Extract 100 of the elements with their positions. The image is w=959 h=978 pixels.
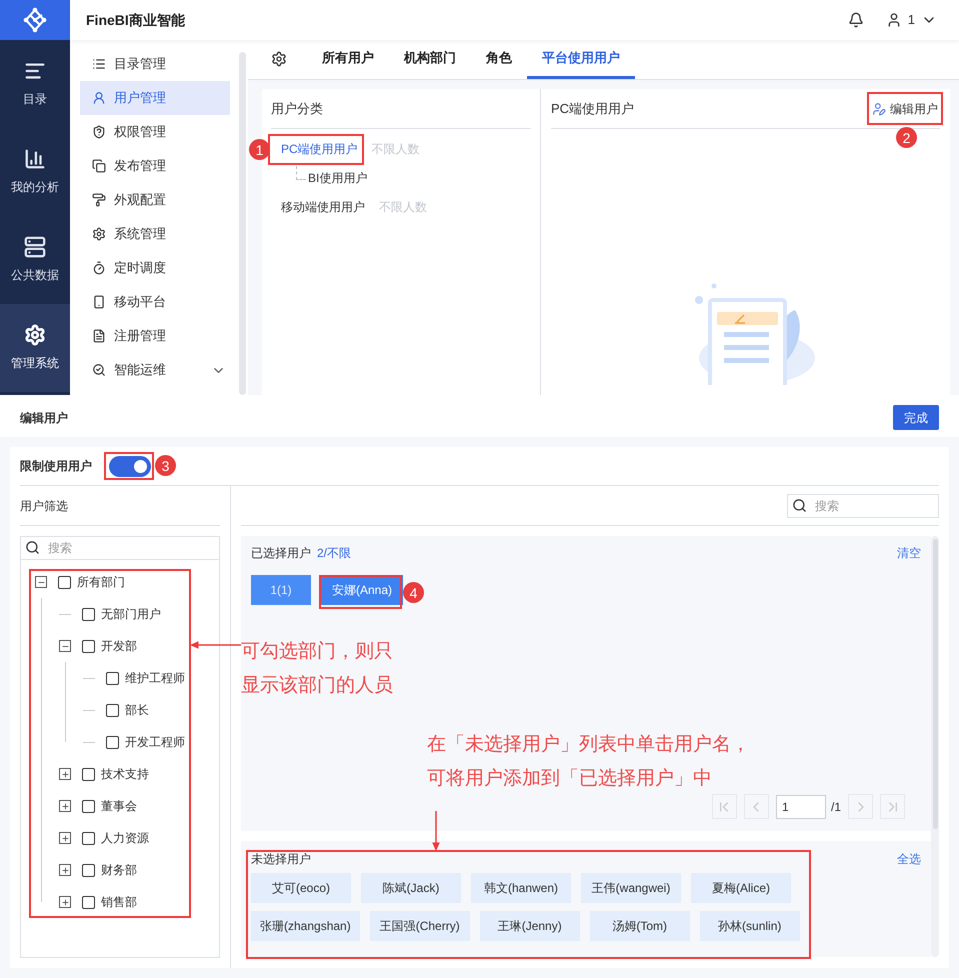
tab[interactable]: 机构部门 [389, 39, 471, 79]
checkbox[interactable] [106, 736, 119, 748]
section-title: 未选择用户 [251, 851, 311, 868]
user-chip[interactable]: 安娜(Anna) [321, 575, 404, 605]
server-icon [24, 236, 46, 258]
collapse-icon[interactable] [59, 640, 71, 652]
gear-icon [24, 324, 46, 346]
annotation-note: 在「未选择用户」列表中单击用户名， [427, 733, 750, 757]
expand-icon[interactable] [59, 768, 71, 780]
expand-icon[interactable] [59, 864, 71, 876]
magnifier-icon [92, 363, 106, 377]
user-icon [92, 91, 106, 105]
checkbox[interactable] [82, 608, 95, 620]
user-chip[interactable]: 陈斌(Jack) [361, 873, 461, 903]
tree-item-label[interactable]: 人力资源 [101, 829, 149, 847]
user-chip[interactable]: 张珊(zhangshan) [251, 911, 360, 941]
user-chip[interactable]: 汤姆(Tom) [590, 911, 690, 941]
tab[interactable]: 所有用户 [307, 39, 389, 79]
menu-item[interactable]: 目录管理 [80, 47, 230, 81]
checkbox[interactable] [82, 832, 95, 844]
tree-item-label[interactable]: 部长 [125, 701, 149, 719]
select-all-link[interactable]: 全选 [897, 850, 921, 868]
checkbox[interactable] [82, 768, 95, 780]
done-button[interactable]: 完成 [893, 405, 939, 430]
menu-item[interactable]: 移动平台 [80, 285, 230, 319]
rail-item[interactable]: 目录 [0, 40, 70, 128]
checkbox[interactable] [82, 864, 95, 876]
edit-users-button[interactable]: 编辑用户 [872, 100, 938, 118]
rail-item[interactable]: 管理系统 [0, 304, 70, 392]
annotation-note: 显示该部门的人员 [241, 674, 393, 698]
user-icon [886, 12, 902, 28]
menu-item[interactable]: 注册管理 [80, 319, 230, 353]
search-field[interactable]: 搜索 [20, 536, 220, 560]
menu-item[interactable]: 外观配置 [80, 183, 230, 217]
bell-icon[interactable] [848, 12, 864, 28]
settings-icon[interactable] [271, 51, 287, 67]
annotation-note: 可将用户添加到「已选择用户」中 [427, 767, 713, 791]
scrollbar[interactable] [931, 536, 939, 957]
checkbox[interactable] [106, 672, 119, 684]
tree-item-label[interactable]: 开发工程师 [125, 733, 185, 751]
menu-item[interactable]: 用户管理 [80, 81, 230, 115]
tab[interactable]: 角色 [471, 39, 527, 79]
checkbox[interactable] [82, 896, 95, 908]
tree-item-label[interactable]: 无部门用户 [101, 605, 161, 623]
page-total: /1 [830, 798, 841, 816]
paint-roller-icon [92, 193, 106, 207]
tree-item-label[interactable]: 技术支持 [101, 765, 149, 783]
menu-item[interactable]: 定时调度 [80, 251, 230, 285]
checkbox[interactable] [58, 576, 71, 588]
tree-item-label[interactable]: 董事会 [101, 797, 137, 815]
section-title: 用户筛选 [20, 486, 220, 526]
panel-title: 用户分类 [271, 89, 531, 129]
menu-item[interactable]: 权限管理 [80, 115, 230, 149]
settings-icon [92, 227, 106, 241]
panel-title: PC端使用用户 [551, 100, 634, 118]
user-chip[interactable]: 孙林(sunlin) [700, 911, 800, 941]
user-chip[interactable]: 王国强(Cherry) [370, 911, 470, 941]
user-chip[interactable]: 夏梅(Alice) [691, 873, 791, 903]
restrict-label: 限制使用用户 [20, 458, 92, 475]
selected-count: 2/不限 [317, 545, 352, 562]
tree-item-label[interactable]: 财务部 [101, 861, 137, 879]
user-chip[interactable]: 王琳(Jenny) [480, 911, 580, 941]
checkbox[interactable] [82, 640, 95, 652]
user-chip[interactable]: 艾可(eoco) [251, 873, 351, 903]
user-menu[interactable]: 1 [886, 10, 937, 30]
tree-item-label[interactable]: 维护工程师 [125, 669, 185, 687]
category-item[interactable]: BI使用用户 [308, 169, 368, 187]
app-title: FineBI商业智能 [86, 10, 185, 30]
toggle-switch[interactable] [109, 456, 151, 476]
copy-icon [92, 159, 106, 173]
checkbox[interactable] [106, 704, 119, 716]
bar-chart-icon [24, 148, 46, 170]
limit-note: 不限人数 [379, 199, 427, 216]
expand-icon[interactable] [59, 896, 71, 908]
menu-item[interactable]: 系统管理 [80, 217, 230, 251]
expand-icon[interactable] [59, 800, 71, 812]
user-chip[interactable]: 王伟(wangwei) [581, 873, 681, 903]
clear-link[interactable]: 清空 [897, 544, 921, 562]
tab[interactable]: 平台使用用户 [527, 39, 635, 79]
phone-icon [92, 295, 106, 309]
limit-note: 不限人数 [372, 141, 420, 158]
tree-item-label[interactable]: 所有部门 [77, 573, 125, 591]
menu-item[interactable]: 发布管理 [80, 149, 230, 183]
user-chip[interactable]: 韩文(hanwen) [471, 873, 571, 903]
page-field[interactable]: 1 [776, 794, 826, 818]
editor-title: 编辑用户 [20, 410, 68, 426]
scrollbar[interactable] [239, 52, 246, 395]
category-item[interactable]: PC端使用用户 [281, 140, 358, 158]
list-icon [92, 57, 106, 71]
menu-item[interactable]: 智能运维 [80, 353, 230, 387]
collapse-icon[interactable] [35, 576, 47, 588]
rail-item[interactable]: 公共数据 [0, 216, 70, 304]
category-item[interactable]: 移动端使用用户 [281, 198, 365, 216]
expand-icon[interactable] [59, 832, 71, 844]
tree-item-label[interactable]: 开发部 [101, 637, 137, 655]
highlight-frame [104, 452, 154, 480]
rail-item[interactable]: 我的分析 [0, 128, 70, 216]
checkbox[interactable] [82, 800, 95, 812]
tree-item-label[interactable]: 销售部 [101, 893, 137, 911]
search-field[interactable]: 搜索 [787, 494, 939, 518]
